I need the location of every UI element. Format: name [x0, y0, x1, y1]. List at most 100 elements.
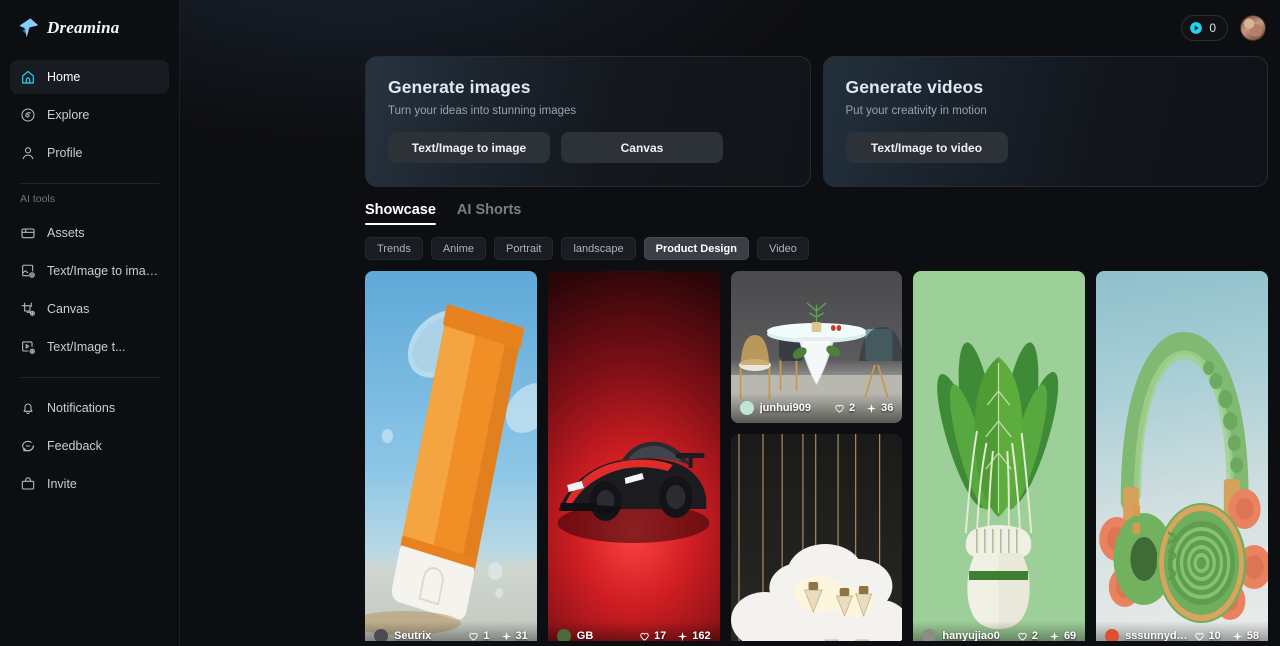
brand-logo[interactable]: Dreamina — [10, 0, 169, 56]
promo-actions: Text/Image to video — [845, 132, 1246, 163]
sidebar-item-notifications[interactable]: Notifications — [10, 391, 169, 425]
showcase-card[interactable]: junhui909 2 36 — [730, 271, 903, 423]
card-author[interactable]: junhui909 — [739, 401, 811, 415]
spark-stat[interactable]: 69 — [1049, 630, 1076, 641]
grid-column-2: GB 17 162 — [547, 271, 720, 641]
card-author[interactable]: hanyujiao0 — [922, 629, 1000, 641]
like-stat[interactable]: 1 — [468, 630, 490, 641]
promo-title: Generate videos — [845, 77, 984, 97]
sidebar-item-label: Notifications — [47, 401, 116, 415]
sidebar-item-label: Profile — [47, 146, 83, 160]
sparkle-icon — [1049, 631, 1060, 641]
star-sparkle-icon — [19, 18, 39, 38]
card-meta: sssunnydaisy 10 58 — [1096, 621, 1268, 641]
spark-stat[interactable]: 162 — [677, 630, 711, 641]
chip-anime[interactable]: Anime — [430, 237, 487, 260]
spark-stat[interactable]: 36 — [866, 402, 893, 414]
sidebar-item-label: Assets — [47, 226, 85, 240]
sidebar-item-explore[interactable]: Explore — [10, 98, 169, 132]
tab-showcase[interactable]: Showcase — [365, 202, 436, 225]
grid-column-5: sssunnydaisy 10 58 — [1096, 271, 1268, 641]
sidebar-item-text-image-to-video[interactable]: Text/Image t... — [10, 330, 169, 364]
sparkle-icon — [678, 631, 688, 641]
sidebar-item-assets[interactable]: Assets — [10, 216, 169, 250]
video-plus-icon — [22, 341, 35, 354]
showcase-card[interactable] — [730, 434, 903, 641]
avatar — [922, 629, 937, 641]
like-stat[interactable]: 2 — [834, 402, 855, 414]
chip-video[interactable]: Video — [756, 237, 809, 260]
sidebar-divider-bottom — [20, 377, 159, 378]
sidebar-item-invite[interactable]: Invite — [10, 467, 169, 501]
tab-ai-shorts[interactable]: AI Shorts — [457, 202, 521, 225]
chip-landscape[interactable]: landscape — [561, 237, 636, 260]
spark-count: 58 — [1246, 630, 1259, 641]
showcase-card[interactable]: GB 17 162 — [547, 271, 720, 641]
sidebar-item-label: Invite — [47, 477, 77, 491]
showcase-card[interactable]: Seutrix 1 31 — [365, 271, 537, 641]
sidebar-item-feedback[interactable]: Feedback — [10, 429, 169, 463]
sidebar-item-label: Canvas — [47, 302, 90, 316]
showcase-card[interactable]: sssunnydaisy 10 58 — [1096, 271, 1268, 641]
grid-column-3: junhui909 2 36 — [730, 271, 903, 641]
sidebar-item-text-image-to-image[interactable]: Text/Image to image — [10, 254, 169, 288]
chat-bubble-icon — [22, 440, 34, 452]
avatar — [739, 401, 754, 415]
sidebar-item-canvas[interactable]: Canvas — [10, 292, 169, 326]
chip-product-design[interactable]: Product Design — [643, 237, 749, 260]
card-meta: hanyujiao0 2 69 — [913, 621, 1086, 641]
like-stat[interactable]: 2 — [1017, 630, 1038, 641]
author-name: GB — [576, 630, 594, 641]
artwork-cloud-lamps — [730, 434, 903, 641]
sidebar-item-profile[interactable]: Profile — [10, 136, 169, 170]
chip-portrait[interactable]: Portrait — [494, 237, 554, 260]
card-author[interactable]: GB — [556, 629, 594, 641]
avatar[interactable] — [1240, 15, 1266, 41]
grid-column-1: Seutrix 1 31 — [365, 271, 537, 641]
promo-card-generate-images[interactable]: Generate images Turn your ideas into stu… — [365, 56, 811, 187]
like-count: 1 — [483, 630, 490, 641]
artwork-leaf-shuttlecock — [913, 271, 1086, 641]
spark-stat[interactable]: 31 — [501, 630, 528, 641]
sidebar-item-label: Home — [47, 70, 81, 84]
artwork-sports-car — [547, 271, 720, 641]
avatar — [374, 629, 388, 641]
text-image-to-video-button[interactable]: Text/Image to video — [845, 132, 1008, 163]
heart-icon — [1194, 632, 1204, 641]
author-name: hanyujiao0 — [942, 630, 1000, 641]
sidebar-item-home[interactable]: Home — [10, 60, 169, 94]
promo-cards: Generate images Turn your ideas into stu… — [359, 56, 1280, 187]
author-name: sssunnydaisy — [1125, 630, 1194, 641]
canvas-button[interactable]: Canvas — [561, 132, 723, 163]
spark-count: 162 — [692, 630, 711, 641]
chip-trends[interactable]: Trends — [365, 237, 423, 260]
like-count: 2 — [849, 402, 856, 414]
like-stat[interactable]: 17 — [639, 630, 666, 641]
card-author[interactable]: Seutrix — [374, 629, 431, 641]
sidebar: Dreamina Home Explore Profile AI tools A… — [0, 0, 180, 646]
sidebar-item-label: Feedback — [47, 439, 102, 453]
home-icon — [22, 70, 34, 84]
showcase-header: Showcase AI Shorts Trends Anime Portrait… — [359, 202, 1280, 260]
spark-count: 36 — [881, 402, 894, 414]
like-count: 2 — [1031, 630, 1038, 641]
promo-card-generate-videos[interactable]: Generate videos Put your creativity in m… — [822, 56, 1268, 187]
text-image-to-image-button[interactable]: Text/Image to image — [388, 132, 550, 163]
like-count: 10 — [1208, 630, 1221, 641]
spark-stat[interactable]: 58 — [1232, 630, 1259, 641]
artwork-floral-headphones — [1096, 271, 1268, 641]
sidebar-section-title: AI tools — [20, 193, 56, 205]
sparkle-icon — [1232, 631, 1242, 641]
sidebar-item-label: Explore — [47, 108, 90, 122]
spark-count: 69 — [1063, 630, 1077, 641]
like-stat[interactable]: 10 — [1194, 630, 1221, 641]
card-author[interactable]: sssunnydaisy — [1105, 629, 1194, 641]
credit-coin-icon — [1190, 22, 1203, 34]
artwork-cosmetic-tube — [365, 271, 537, 641]
credits-badge[interactable]: 0 — [1181, 15, 1228, 41]
like-count: 17 — [653, 630, 667, 641]
bell-icon — [23, 403, 33, 415]
showcase-card[interactable]: hanyujiao0 2 69 — [913, 271, 1086, 641]
sidebar-footer-nav: Notifications Feedback Invite — [10, 391, 169, 505]
sidebar-tools-nav: Assets Text/Image to image Canvas Text/I… — [10, 216, 169, 368]
